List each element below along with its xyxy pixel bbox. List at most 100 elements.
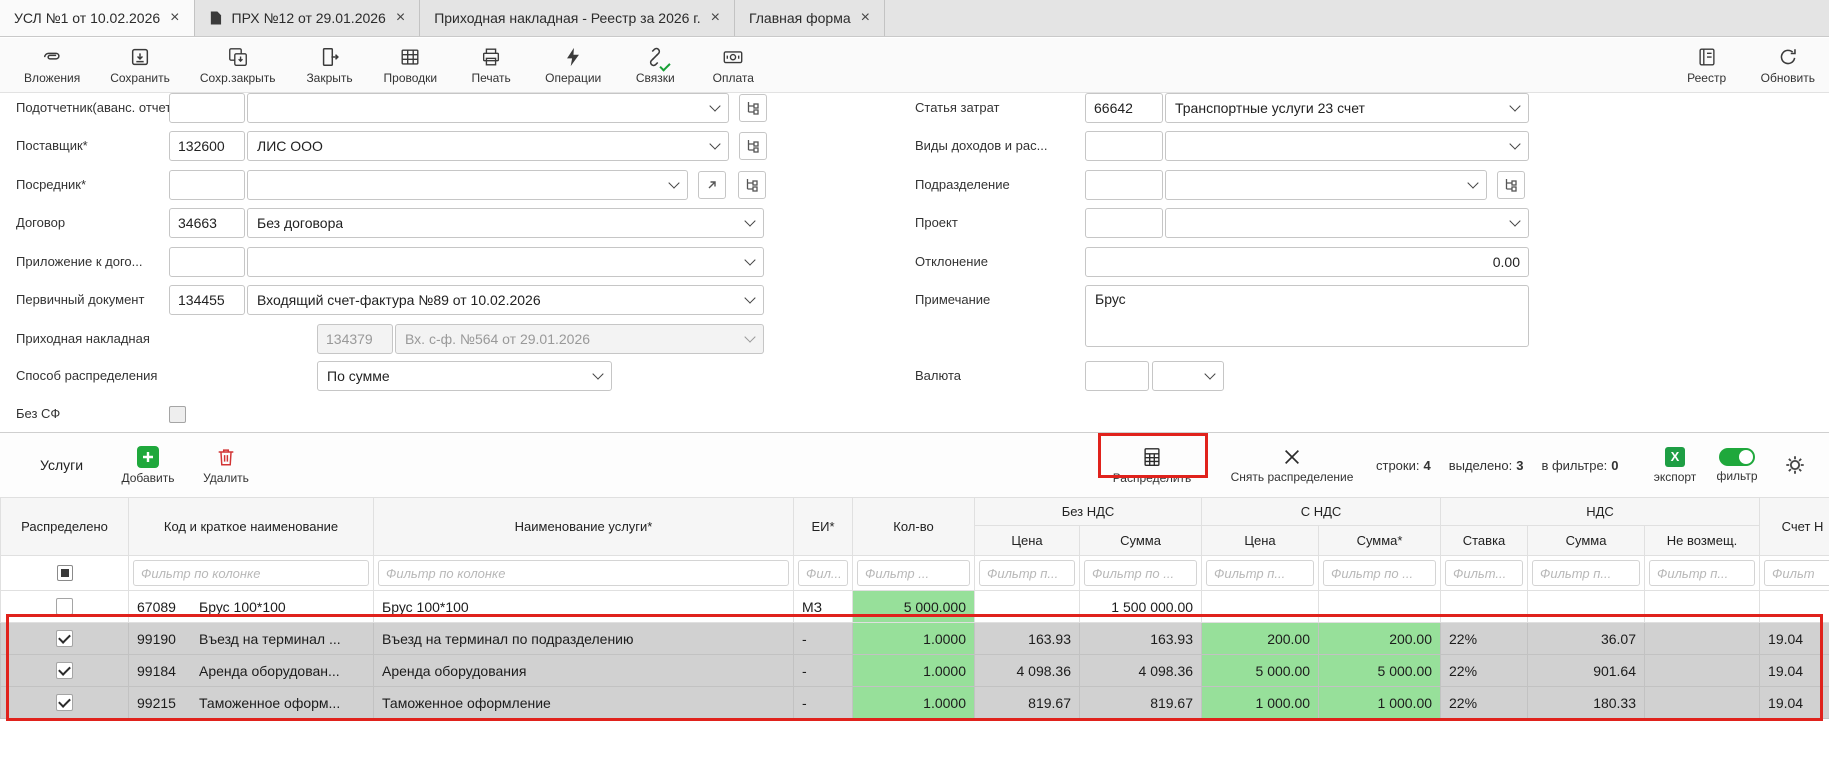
- save-icon: [129, 46, 151, 68]
- col-header-service-name[interactable]: Наименование услуги*: [374, 498, 794, 556]
- cost-item-code-input[interactable]: [1085, 93, 1163, 123]
- filter-qty-input[interactable]: [857, 560, 970, 586]
- cost-item-combo[interactable]: Транспортные услуги 23 счет: [1165, 93, 1529, 123]
- print-button[interactable]: Печать: [467, 46, 515, 85]
- delete-row-button[interactable]: Удалить: [196, 433, 256, 497]
- filter-price1-input[interactable]: [979, 560, 1075, 586]
- col-header-code-name[interactable]: Код и краткое наименование: [129, 498, 374, 556]
- select-all-checkbox[interactable]: [57, 565, 73, 581]
- deviation-input[interactable]: [1085, 247, 1529, 277]
- note-textarea[interactable]: Брус: [1085, 285, 1529, 347]
- filter-name-input[interactable]: [378, 560, 789, 586]
- row-checkbox[interactable]: [56, 630, 73, 647]
- table-row[interactable]: 99184Аренда оборудован... Аренда оборудо…: [1, 655, 1829, 687]
- tab-main-form[interactable]: Главная форма ×: [735, 0, 885, 36]
- filter-account-input[interactable]: [1764, 560, 1829, 586]
- registry-book-icon: [1696, 46, 1718, 68]
- postings-button[interactable]: Проводки: [384, 46, 438, 85]
- undistribute-button[interactable]: Снять распределение: [1222, 433, 1362, 497]
- close-icon[interactable]: ×: [861, 10, 870, 26]
- project-code-input[interactable]: [1085, 208, 1163, 238]
- cell-sum-vat: 5 000.00: [1319, 655, 1441, 687]
- registry-button[interactable]: Реестр: [1683, 46, 1731, 85]
- toolbar-right-group: Реестр Обновить: [1683, 46, 1815, 85]
- grid-table-icon: [399, 46, 421, 68]
- filter-rate-input[interactable]: [1445, 560, 1523, 586]
- filter-unit-input[interactable]: [798, 560, 848, 586]
- col-header-distributed[interactable]: Распределено: [1, 498, 129, 556]
- save-close-button[interactable]: Сохр.закрыть: [200, 46, 276, 85]
- close-icon[interactable]: ×: [396, 10, 405, 26]
- col-header-non-refund[interactable]: Не возмещ.: [1645, 526, 1760, 556]
- table-row[interactable]: 99215Таможенное оформ... Таможенное офор…: [1, 687, 1829, 719]
- close-icon[interactable]: ×: [170, 10, 179, 26]
- filter-toggle[interactable]: фильтр: [1712, 433, 1762, 497]
- cell-rate: [1441, 591, 1528, 623]
- filter-code-input[interactable]: [133, 560, 369, 586]
- cell-service: Аренда оборудования: [374, 655, 794, 687]
- main-toolbar: Вложения Сохранить Сохр.закрыть Закрыть …: [0, 38, 1829, 93]
- filter-vat-sum-input[interactable]: [1532, 560, 1640, 586]
- row-checkbox[interactable]: [56, 662, 73, 679]
- add-row-button[interactable]: Добавить: [116, 433, 180, 497]
- col-header-unit[interactable]: ЕИ*: [794, 498, 853, 556]
- filter-price2-input[interactable]: [1206, 560, 1314, 586]
- col-header-vat-sum[interactable]: Сумма: [1528, 526, 1645, 556]
- tab-prh-document[interactable]: ПРХ №12 от 29.01.2026 ×: [195, 0, 421, 36]
- grid-settings-button[interactable]: [1780, 433, 1810, 497]
- tab-usl-document[interactable]: УСЛ №1 от 10.02.2026 ×: [0, 0, 195, 36]
- tab-receipt-register[interactable]: Приходная накладная - Реестр за 2026 г. …: [420, 0, 735, 36]
- lightning-icon: [562, 46, 584, 68]
- project-combo[interactable]: [1165, 208, 1529, 238]
- currency-combo[interactable]: [1152, 361, 1224, 391]
- col-header-account[interactable]: Счет Н: [1760, 498, 1829, 556]
- department-combo[interactable]: [1165, 170, 1487, 200]
- distribute-button[interactable]: Распределить: [1104, 433, 1200, 497]
- col-header-sum-vat[interactable]: Сумма*: [1319, 526, 1441, 556]
- department-tree-button[interactable]: [1497, 171, 1525, 199]
- cell-sum-vat: 200.00: [1319, 623, 1441, 655]
- export-excel-button[interactable]: X экспорт: [1646, 433, 1704, 497]
- cell-service: Брус 100*100: [374, 591, 794, 623]
- cell-rate: 22%: [1441, 623, 1528, 655]
- table-row[interactable]: 67089Брус 100*100 Брус 100*100 МЗ 5 000.…: [1, 591, 1829, 623]
- col-header-price-vat[interactable]: Цена: [1202, 526, 1319, 556]
- table-row[interactable]: 99190Въезд на терминал ... Въезд на терм…: [1, 623, 1829, 655]
- income-types-combo[interactable]: [1165, 131, 1529, 161]
- document-icon: [209, 10, 222, 26]
- cell-account: 19.04: [1760, 655, 1829, 687]
- col-header-sum-no-vat[interactable]: Сумма: [1080, 526, 1202, 556]
- row-checkbox[interactable]: [56, 694, 73, 711]
- selected-counter: выделено:3: [1449, 458, 1524, 473]
- cell-vat-sum: 36.07: [1528, 623, 1645, 655]
- cell-unit: -: [794, 687, 853, 719]
- refresh-button[interactable]: Обновить: [1761, 46, 1815, 85]
- cell-sum-no-vat: 819.67: [1080, 687, 1202, 719]
- cell-sum-no-vat: 163.93: [1080, 623, 1202, 655]
- col-header-rate[interactable]: Ставка: [1441, 526, 1528, 556]
- refresh-icon: [1777, 46, 1799, 68]
- cost-item-label: Статья затрат: [915, 93, 1000, 123]
- no-sf-checkbox[interactable]: [169, 406, 186, 423]
- filter-non-refund-input[interactable]: [1649, 560, 1755, 586]
- attachments-button[interactable]: Вложения: [24, 46, 80, 85]
- cell-rate: 22%: [1441, 655, 1528, 687]
- income-types-code-input[interactable]: [1085, 131, 1163, 161]
- links-button[interactable]: Связки: [631, 46, 679, 85]
- col-header-price-no-vat[interactable]: Цена: [975, 526, 1080, 556]
- operations-button[interactable]: Операции: [545, 46, 601, 85]
- save-button[interactable]: Сохранить: [110, 46, 170, 85]
- currency-code-input[interactable]: [1085, 361, 1149, 391]
- filter-sum1-input[interactable]: [1084, 560, 1197, 586]
- chevron-down-icon: [1509, 138, 1520, 149]
- col-header-qty[interactable]: Кол-во: [853, 498, 975, 556]
- payment-button[interactable]: Оплата: [709, 46, 757, 85]
- row-checkbox[interactable]: [56, 598, 73, 615]
- close-button[interactable]: Закрыть: [306, 46, 354, 85]
- cell-non-refund: [1645, 623, 1760, 655]
- close-icon[interactable]: ×: [711, 10, 720, 26]
- grid-counters: строки:4 выделено:3 в фильтре:0: [1376, 433, 1619, 497]
- filter-sum2-input[interactable]: [1323, 560, 1436, 586]
- department-code-input[interactable]: [1085, 170, 1163, 200]
- chevron-down-icon: [1509, 215, 1520, 226]
